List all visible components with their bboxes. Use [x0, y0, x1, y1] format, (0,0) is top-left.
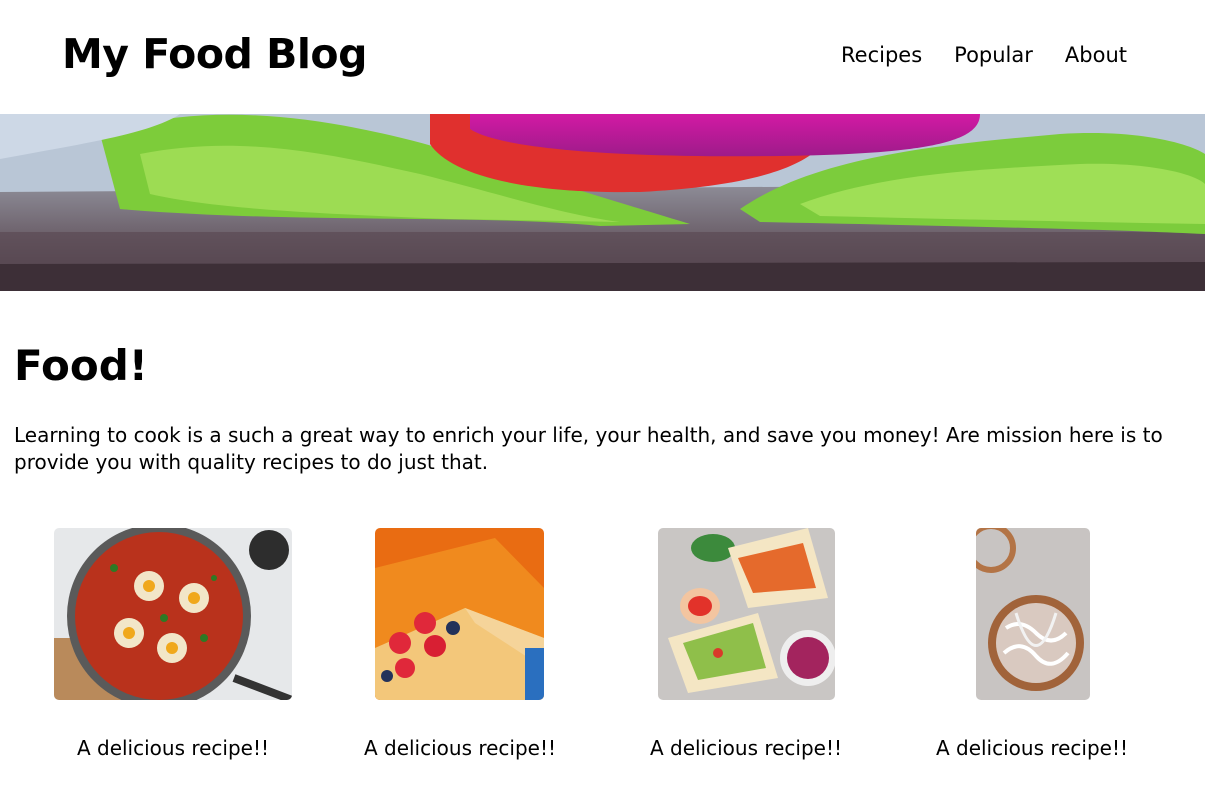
- recipe-image-shakshuka[interactable]: [54, 528, 292, 700]
- recipe-image-funnel-cake[interactable]: [976, 528, 1090, 700]
- recipe-image-tacos[interactable]: [658, 528, 835, 700]
- intro-paragraph: Learning to cook is a such a great way t…: [14, 423, 1163, 474]
- recipe-caption: A delicious recipe!!: [76, 736, 270, 760]
- page-title: Food!: [14, 341, 148, 390]
- recipe-image-cheesecake[interactable]: [375, 528, 544, 700]
- main-content: Food! Learning to cook is a such a great…: [14, 340, 1194, 476]
- hero-image: [0, 114, 1205, 291]
- recipe-caption: A delicious recipe!!: [649, 736, 843, 760]
- site-title[interactable]: My Food Blog: [62, 30, 367, 78]
- recipe-caption: A delicious recipe!!: [935, 736, 1129, 760]
- main-nav: Recipes Popular About: [841, 43, 1127, 67]
- nav-link-recipes[interactable]: Recipes: [841, 43, 922, 67]
- nav-link-about[interactable]: About: [1065, 43, 1127, 67]
- nav-link-popular[interactable]: Popular: [954, 43, 1033, 67]
- site-header: My Food Blog Recipes Popular About: [0, 0, 1205, 114]
- recipe-caption: A delicious recipe!!: [363, 736, 557, 760]
- recipe-grid: A delicious recipe!! A delicious recipe!…: [0, 528, 1205, 788]
